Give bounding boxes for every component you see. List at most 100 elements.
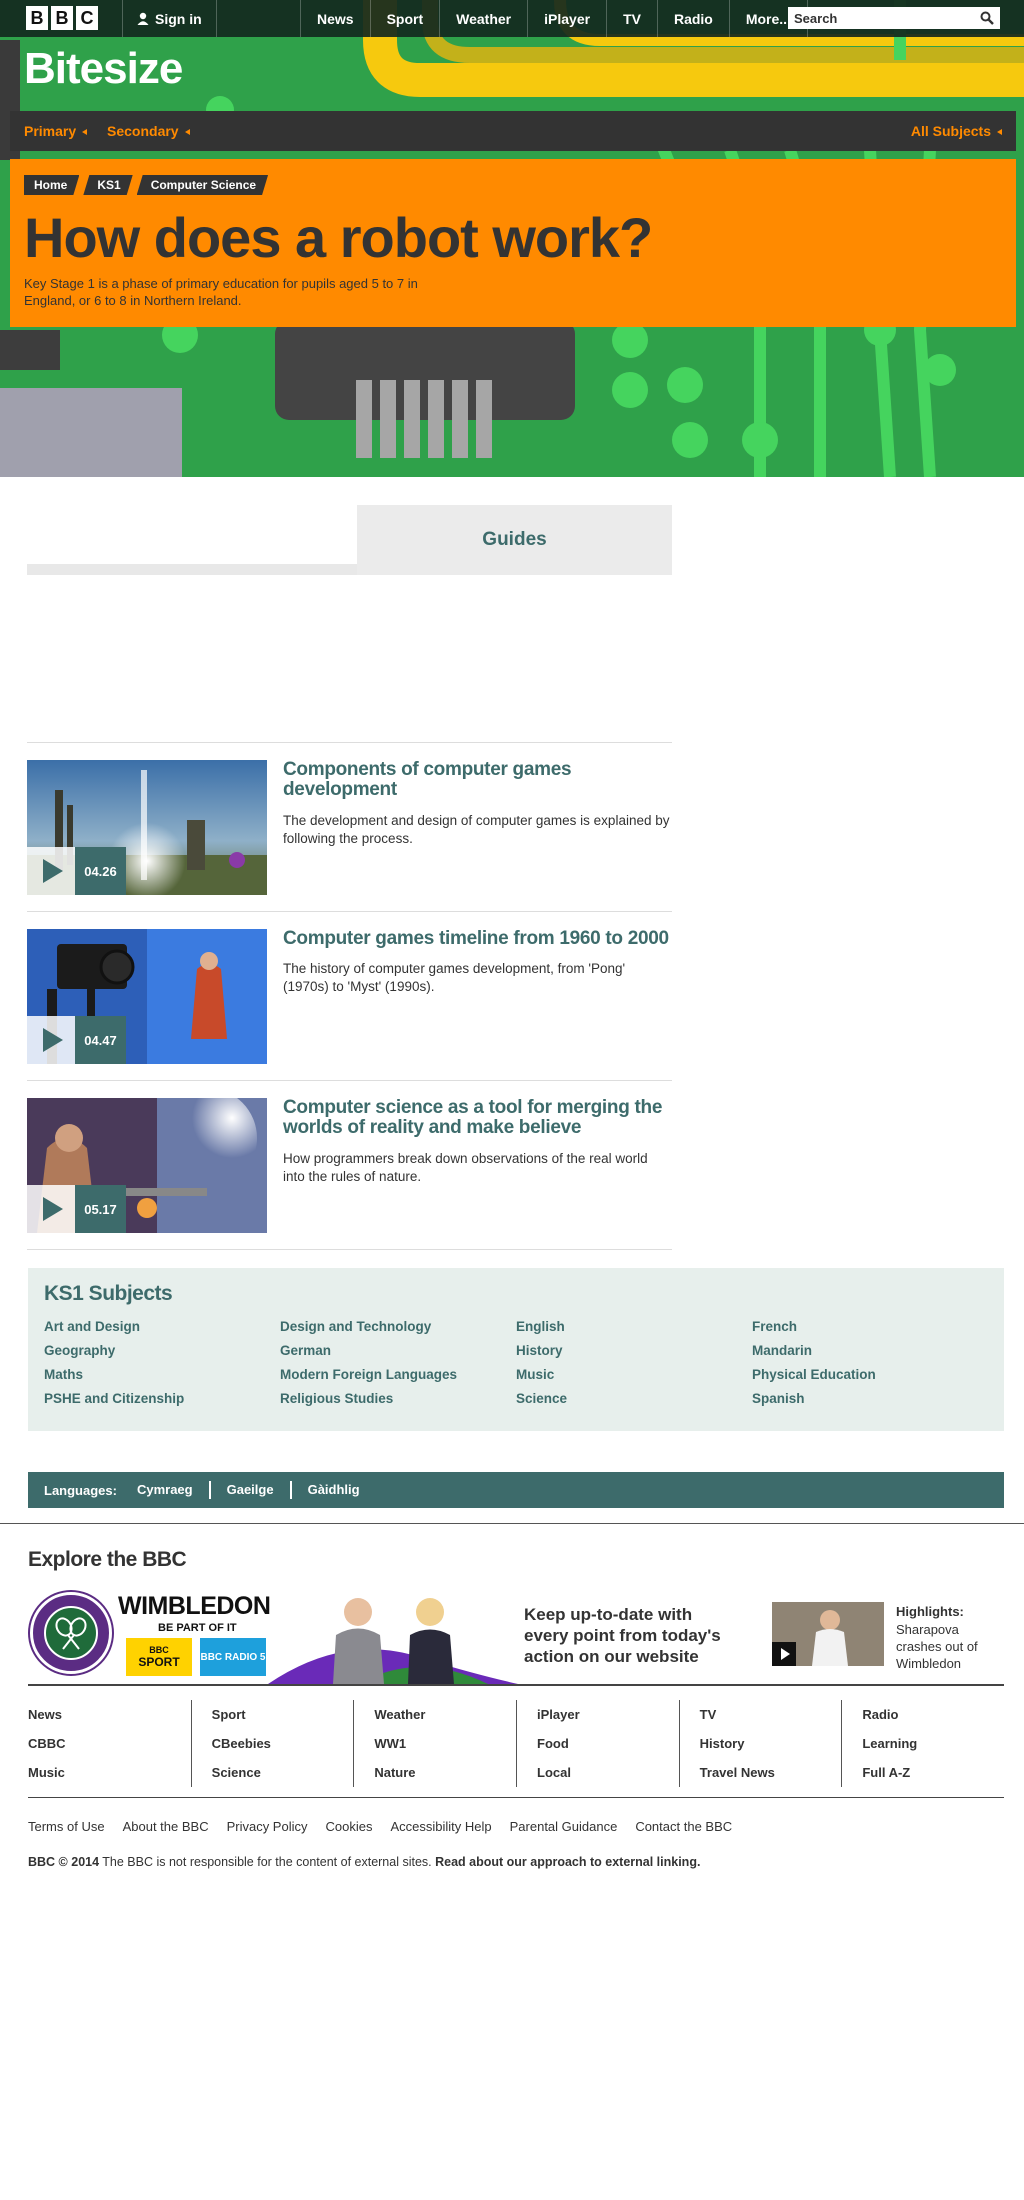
subject-list: Art and Design Design and Technology Eng…: [44, 1319, 988, 1415]
subnav-primary[interactable]: Primary: [24, 111, 88, 151]
subject-link[interactable]: Modern Foreign Languages: [280, 1367, 516, 1391]
tab-guides[interactable]: Guides: [357, 505, 672, 575]
nav-news[interactable]: News: [300, 0, 370, 37]
guide-item[interactable]: 04.47 Computer games timeline from 1960 …: [27, 929, 672, 1069]
footer-link[interactable]: Full A-Z: [862, 1758, 1004, 1787]
language-gaidhlig[interactable]: Gàidhlig: [289, 1481, 376, 1499]
bbc-logo[interactable]: B B C: [26, 6, 98, 30]
subject-link[interactable]: French: [752, 1319, 988, 1343]
guide-description: How programmers break down observations …: [283, 1151, 648, 1184]
footer-link[interactable]: Radio: [862, 1700, 1004, 1729]
sign-in-link[interactable]: Sign in: [122, 0, 217, 37]
cookies-link[interactable]: Cookies: [326, 1819, 373, 1834]
footer-link[interactable]: Local: [537, 1758, 679, 1787]
guide-item[interactable]: 04.26 Components of computer games devel…: [27, 760, 672, 900]
breadcrumb-home[interactable]: Home: [24, 175, 79, 195]
about-bbc-link[interactable]: About the BBC: [123, 1819, 209, 1834]
subject-link[interactable]: English: [516, 1319, 752, 1343]
promo-headline[interactable]: Keep up-to-date with every point from to…: [524, 1604, 724, 1667]
page-title: How does a robot work?: [24, 206, 653, 269]
subnav-secondary[interactable]: Secondary: [107, 111, 190, 151]
footer-link[interactable]: Science: [212, 1758, 354, 1787]
subject-link[interactable]: PSHE and Citizenship: [44, 1391, 280, 1415]
guide-description: The development and design of computer g…: [283, 813, 670, 846]
subject-link[interactable]: Geography: [44, 1343, 280, 1367]
footer-link[interactable]: iPlayer: [537, 1700, 679, 1729]
subject-link[interactable]: German: [280, 1343, 516, 1367]
video-duration: 04.47: [75, 1016, 126, 1064]
video-thumbnail[interactable]: 05.17: [27, 1098, 267, 1233]
bbc-global-nav: B B C Sign in News Sport Weather iPlayer…: [0, 0, 1024, 37]
breadcrumb-ks1[interactable]: KS1: [83, 175, 132, 195]
play-button[interactable]: [772, 1642, 796, 1666]
divider: [27, 1080, 672, 1081]
highlight-caption[interactable]: Sharapova crashes out of Wimbledon: [896, 1621, 1006, 1672]
accessibility-help-link[interactable]: Accessibility Help: [390, 1819, 491, 1834]
subject-link[interactable]: Science: [516, 1391, 752, 1415]
subject-link[interactable]: Design and Technology: [280, 1319, 516, 1343]
wimbledon-promo[interactable]: WIMBLEDON BE PART OF IT BBC SPORT BBC RA…: [28, 1590, 1004, 1684]
subject-link[interactable]: Mandarin: [752, 1343, 988, 1367]
sign-in-label: Sign in: [155, 10, 202, 27]
subject-link[interactable]: Art and Design: [44, 1319, 280, 1343]
play-icon: [780, 1648, 790, 1660]
footer-link[interactable]: Learning: [862, 1729, 1004, 1758]
guide-title[interactable]: Components of computer games development: [283, 760, 672, 800]
subject-link[interactable]: Maths: [44, 1367, 280, 1391]
footer-link[interactable]: WW1: [374, 1729, 516, 1758]
footer-link[interactable]: Sport: [212, 1700, 354, 1729]
footer-link[interactable]: News: [28, 1700, 191, 1729]
bitesize-subnav: Primary Secondary All Subjects: [10, 111, 1016, 151]
search-icon[interactable]: [980, 11, 994, 25]
external-linking-link[interactable]: Read about our approach to external link…: [435, 1855, 700, 1869]
nav-sport[interactable]: Sport: [369, 0, 440, 37]
nav-radio[interactable]: Radio: [656, 0, 729, 37]
footer-link[interactable]: CBeebies: [212, 1729, 354, 1758]
contact-bbc-link[interactable]: Contact the BBC: [635, 1819, 732, 1834]
privacy-policy-link[interactable]: Privacy Policy: [227, 1819, 308, 1834]
footer-link[interactable]: Food: [537, 1729, 679, 1758]
languages-bar: Languages: Cymraeg Gaeilge Gàidhlig: [28, 1472, 1004, 1508]
ks1-subjects-heading: KS1 Subjects: [44, 1282, 173, 1305]
footer-link[interactable]: Nature: [374, 1758, 516, 1787]
parental-guidance-link[interactable]: Parental Guidance: [510, 1819, 618, 1834]
guide-item[interactable]: 05.17 Computer science as a tool for mer…: [27, 1098, 672, 1238]
bitesize-logo[interactable]: Bitesize: [24, 44, 183, 94]
caret-icon: [997, 129, 1002, 136]
nav-weather[interactable]: Weather: [439, 0, 527, 37]
footer-link[interactable]: History: [700, 1729, 842, 1758]
page-header-panel: Home KS1 Computer Science How does a rob…: [10, 159, 1016, 327]
subject-link[interactable]: Spanish: [752, 1391, 988, 1415]
hero-banner: Bitesize Primary Secondary All Subjects …: [0, 0, 1024, 477]
footer-link[interactable]: CBBC: [28, 1729, 191, 1758]
footer-links: News CBBC Music Sport CBeebies Science W…: [28, 1700, 1004, 1787]
subnav-all-subjects[interactable]: All Subjects: [911, 111, 1002, 151]
language-gaeilge[interactable]: Gaeilge: [208, 1481, 290, 1499]
play-button[interactable]: [27, 847, 75, 895]
play-button[interactable]: [27, 1185, 75, 1233]
search-box: [788, 7, 1000, 29]
breadcrumb-computer-science[interactable]: Computer Science: [137, 175, 268, 195]
footer-column: iPlayer Food Local: [516, 1700, 679, 1787]
bbc-sport-badge-bbc: BBC: [149, 1645, 169, 1655]
nav-tv[interactable]: TV: [606, 0, 657, 37]
guide-title[interactable]: Computer science as a tool for merging t…: [283, 1098, 672, 1138]
terms-of-use-link[interactable]: Terms of Use: [28, 1819, 105, 1834]
subject-link[interactable]: Religious Studies: [280, 1391, 516, 1415]
footer-link[interactable]: Music: [28, 1758, 191, 1787]
video-thumbnail[interactable]: 04.26: [27, 760, 267, 895]
subject-link[interactable]: Music: [516, 1367, 752, 1391]
language-cymraeg[interactable]: Cymraeg: [137, 1481, 209, 1499]
nav-iplayer[interactable]: iPlayer: [527, 0, 606, 37]
footer-link[interactable]: Weather: [374, 1700, 516, 1729]
footer-link[interactable]: Travel News: [700, 1758, 842, 1787]
footer-legal-links: Terms of Use About the BBC Privacy Polic…: [28, 1819, 732, 1834]
subject-link[interactable]: Physical Education: [752, 1367, 988, 1391]
guide-title[interactable]: Computer games timeline from 1960 to 200…: [283, 929, 672, 949]
video-thumbnail[interactable]: 04.47: [27, 929, 267, 1064]
play-button[interactable]: [27, 1016, 75, 1064]
subject-link[interactable]: History: [516, 1343, 752, 1367]
search-input[interactable]: [788, 7, 968, 29]
footer-link[interactable]: TV: [700, 1700, 842, 1729]
highlight-thumbnail[interactable]: [772, 1602, 884, 1666]
